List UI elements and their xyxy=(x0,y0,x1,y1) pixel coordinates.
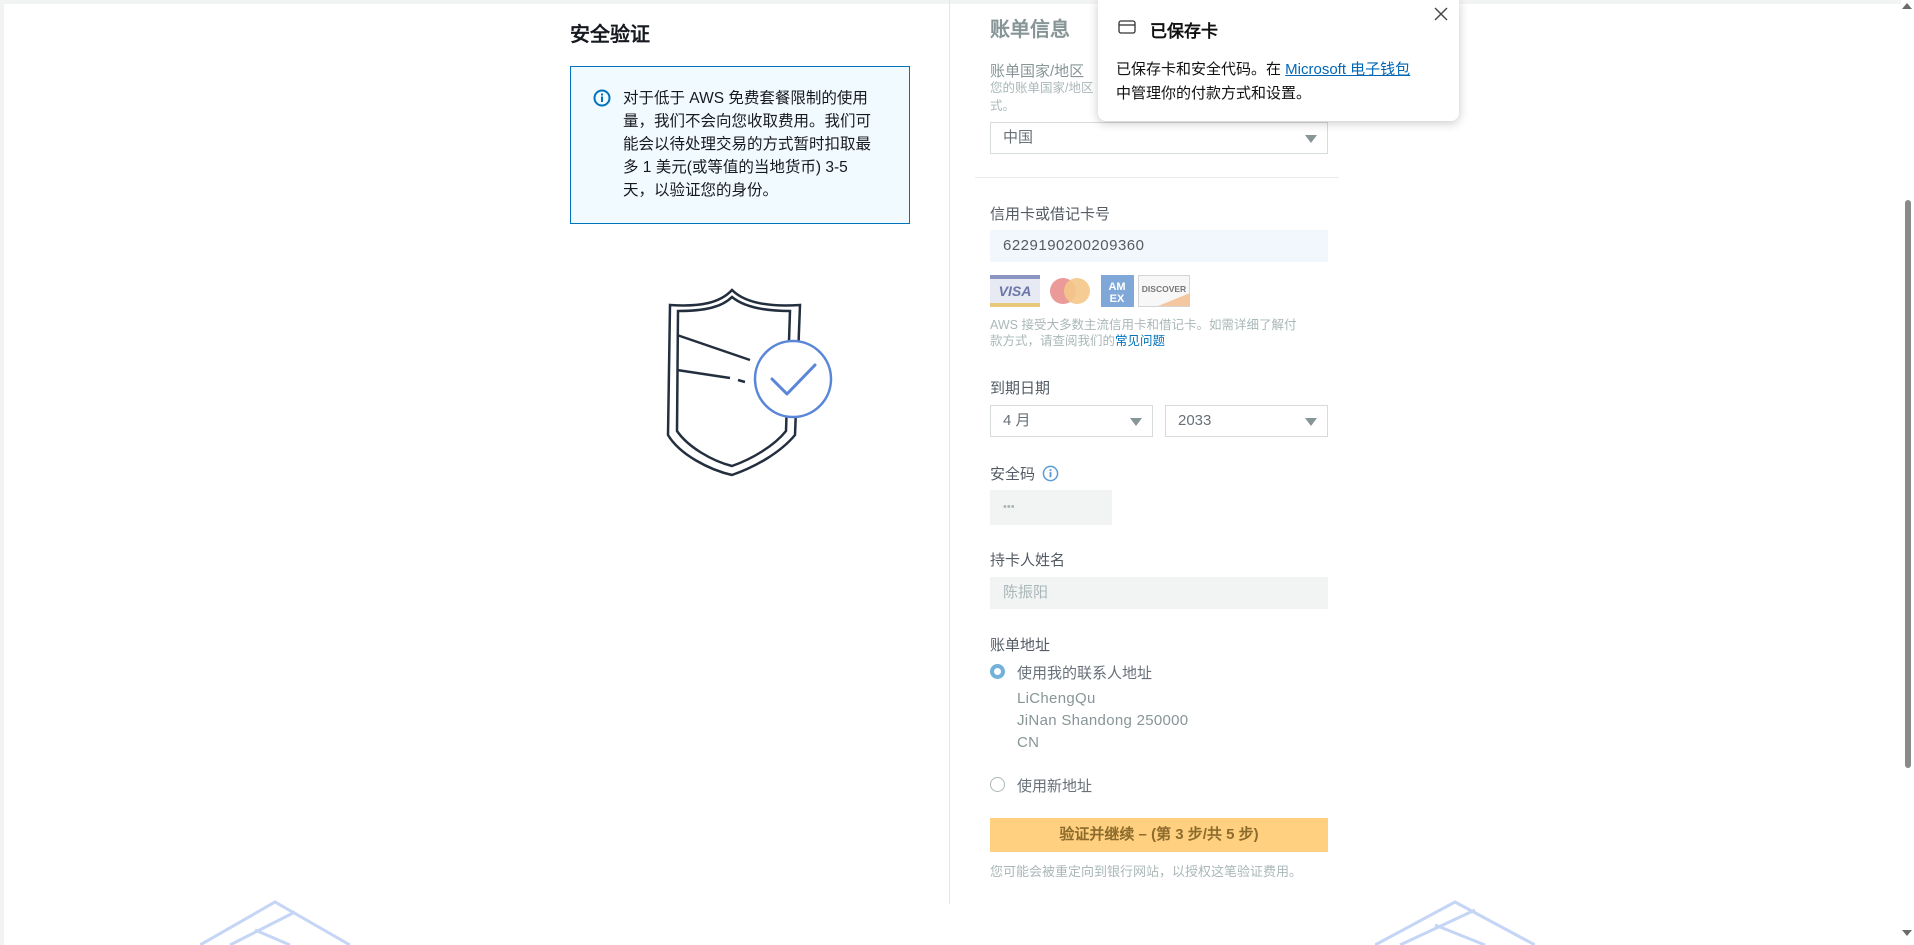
card-number-label: 信用卡或借记卡号 xyxy=(990,206,1111,223)
window-frame-top xyxy=(0,0,1914,4)
billing-country-label: 账单国家/地区 xyxy=(990,63,1085,80)
cvv-input[interactable]: ••• xyxy=(990,490,1112,525)
contact-address-block: LiChengQu JiNan Shandong 250000 CN xyxy=(1017,688,1188,754)
address-line: LiChengQu xyxy=(1017,690,1096,707)
billing-address-label: 账单地址 xyxy=(990,637,1051,654)
popup-text-after: 中管理你的付款方式和设置。 xyxy=(1116,85,1312,102)
svg-text:DISCOVER: DISCOVER xyxy=(1142,284,1186,294)
svg-text:VISA: VISA xyxy=(999,283,1032,299)
scrollbar-thumb[interactable] xyxy=(1905,200,1911,768)
microsoft-wallet-link[interactable]: Microsoft 电子钱包 xyxy=(1285,61,1410,78)
saved-card-popup: 已保存卡 已保存卡和安全代码。在 Microsoft 电子钱包 中管理你的付款方… xyxy=(1098,0,1459,121)
verify-continue-button[interactable]: 验证并继续 – (第 3 步/共 5 步) xyxy=(990,818,1328,852)
cardholder-name-label: 持卡人姓名 xyxy=(990,552,1066,569)
background-decoration-left xyxy=(200,900,351,945)
radio-contact-address-label[interactable]: 使用我的联系人地址 xyxy=(1017,662,1152,683)
card-note-line-1: AWS 接受大多数主流信用卡和借记卡。如需详细了解付 xyxy=(990,318,1297,332)
chevron-down-icon xyxy=(1130,418,1142,426)
column-divider xyxy=(949,0,950,904)
cvv-label: 安全码 xyxy=(990,463,1059,484)
security-verification-title: 安全验证 xyxy=(570,24,650,46)
scroll-down-arrow-icon[interactable] xyxy=(1902,930,1912,936)
billing-info-title: 账单信息 xyxy=(990,19,1070,41)
scroll-up-arrow-icon[interactable] xyxy=(1902,3,1912,9)
svg-text:AM: AM xyxy=(1108,281,1125,293)
card-note-line-2: 款方式，请查阅我们的 xyxy=(990,334,1116,348)
background-decoration-right xyxy=(1375,900,1535,945)
expiry-month-value: 4 月 xyxy=(1003,412,1031,429)
faq-link[interactable]: 常见问题 xyxy=(1115,334,1165,348)
shield-check-illustration xyxy=(666,288,833,477)
expiry-year-value: 2033 xyxy=(1178,412,1212,429)
window-frame-left xyxy=(0,0,4,945)
cvv-label-text: 安全码 xyxy=(990,466,1036,483)
expiry-label: 到期日期 xyxy=(990,380,1051,397)
credit-card-icon xyxy=(1118,20,1136,34)
mastercard-logo-icon xyxy=(1050,278,1090,304)
popup-title: 已保存卡 xyxy=(1150,22,1218,41)
visa-logo-icon: VISA xyxy=(990,275,1040,307)
billing-country-value: 中国 xyxy=(1003,129,1034,146)
info-icon xyxy=(593,89,611,107)
radio-new-address-label[interactable]: 使用新地址 xyxy=(1017,775,1092,796)
close-icon[interactable] xyxy=(1431,4,1451,24)
cardholder-name-input[interactable]: 陈振阳 xyxy=(990,577,1328,609)
redirect-note: 您可能会被重定向到银行网站，以授权这笔验证费用。 xyxy=(990,864,1303,879)
popup-text-before: 已保存卡和安全代码。在 xyxy=(1116,61,1286,78)
section-divider xyxy=(975,177,1339,178)
address-line: JiNan Shandong 250000 xyxy=(1017,712,1189,729)
billing-country-sub-2: 式。 xyxy=(990,99,1016,113)
card-number-input[interactable]: 6229190200209360 xyxy=(990,230,1328,262)
expiry-year-select[interactable]: 2033 xyxy=(1165,405,1328,437)
card-accepted-note: AWS 接受大多数主流信用卡和借记卡。如需详细了解付 款方式，请查阅我们的常见问… xyxy=(990,317,1335,349)
popup-message: 已保存卡和安全代码。在 Microsoft 电子钱包 中管理你的付款方式和设置。 xyxy=(1116,58,1446,106)
chevron-down-icon xyxy=(1305,135,1317,143)
radio-contact-address[interactable] xyxy=(990,664,1005,679)
expiry-month-select[interactable]: 4 月 xyxy=(990,405,1153,437)
info-alert-text: 对于低于 AWS 免费套餐限制的使用量，我们不会向您收取费用。我们可能会以待处理… xyxy=(623,90,872,199)
chevron-down-icon xyxy=(1305,418,1317,426)
billing-country-select[interactable]: 中国 xyxy=(990,122,1328,154)
billing-country-sub-1: 您的账单国家/地区 xyxy=(990,81,1094,95)
info-alert: 对于低于 AWS 免费套餐限制的使用量，我们不会向您收取费用。我们可能会以待处理… xyxy=(570,66,910,224)
info-icon[interactable] xyxy=(1042,465,1059,482)
address-line: CN xyxy=(1017,734,1040,751)
svg-text:EX: EX xyxy=(1110,293,1125,305)
radio-new-address[interactable] xyxy=(990,777,1005,792)
discover-logo-icon: DISCOVER xyxy=(1138,275,1190,307)
amex-logo-icon: AM EX xyxy=(1101,275,1134,307)
